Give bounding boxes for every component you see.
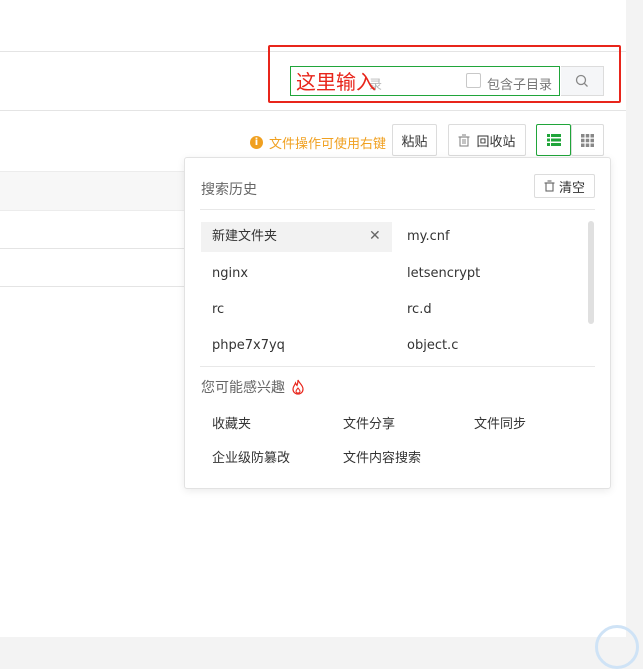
annotation-highlight-box: [268, 45, 621, 103]
list-view-button[interactable]: [536, 124, 571, 156]
interest-item[interactable]: 文件分享: [343, 413, 395, 432]
divider: [200, 209, 595, 210]
close-icon[interactable]: ✕: [369, 228, 381, 244]
list-view-icon: [546, 134, 561, 146]
divider: [0, 110, 626, 111]
tip-text: 文件操作可使用右键: [269, 137, 387, 152]
history-item[interactable]: phpe7x7yq: [212, 331, 285, 361]
interest-title-text: 您可能感兴趣: [201, 380, 285, 396]
interest-item[interactable]: 企业级防篡改: [212, 447, 290, 466]
grid-view-button[interactable]: [571, 124, 604, 156]
history-scrollbar[interactable]: [588, 221, 594, 324]
search-history-dropdown: [184, 157, 611, 489]
page-scrollbar-track[interactable]: [626, 0, 643, 637]
clear-label: 清空: [558, 180, 585, 196]
trash-icon: [544, 180, 555, 192]
history-item[interactable]: rc: [212, 295, 224, 325]
interest-item[interactable]: 文件同步: [474, 413, 526, 432]
divider: [200, 366, 595, 367]
table-header: [0, 171, 184, 211]
history-title: 搜索历史: [201, 182, 257, 198]
recycle-bin-button[interactable]: 回收站: [448, 124, 526, 156]
info-icon: i: [250, 136, 263, 149]
fire-icon: [292, 379, 304, 395]
interest-item[interactable]: 文件内容搜索: [343, 447, 421, 466]
clear-history-button[interactable]: 清空: [534, 174, 595, 198]
history-item[interactable]: nginx: [212, 259, 248, 289]
recycle-label: 回收站: [476, 134, 516, 150]
table-row[interactable]: [0, 286, 184, 287]
grid-view-icon: [581, 133, 594, 147]
trash-icon: [458, 133, 470, 147]
history-item[interactable]: letsencrypt: [407, 259, 480, 289]
paste-button[interactable]: 粘贴: [392, 124, 437, 156]
interest-item[interactable]: 收藏夹: [212, 413, 251, 432]
table-row[interactable]: [0, 248, 184, 249]
interest-title: 您可能感兴趣: [201, 377, 305, 397]
help-float-button[interactable]: [595, 625, 639, 669]
history-item[interactable]: rc.d: [407, 295, 432, 325]
right-click-tip: i 文件操作可使用右键: [250, 133, 386, 152]
history-item[interactable]: my.cnf: [407, 222, 450, 252]
history-item[interactable]: 新建文件夹: [201, 222, 392, 252]
history-item[interactable]: object.c: [407, 331, 458, 361]
paste-label: 粘贴: [401, 134, 428, 150]
